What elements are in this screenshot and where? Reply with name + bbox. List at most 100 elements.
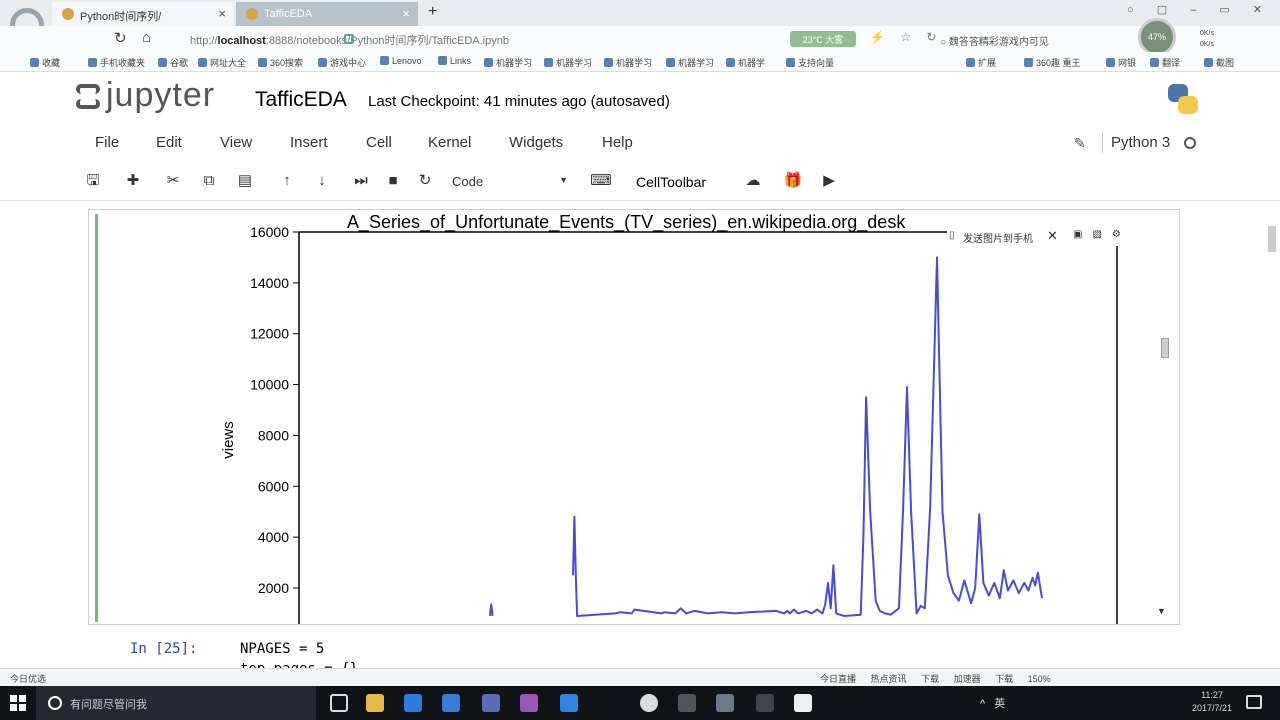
bookmark-item[interactable]: 网址大全	[198, 56, 246, 69]
copy-icon[interactable]: ⧉	[196, 170, 222, 192]
save-icon[interactable]: 🖫	[80, 170, 106, 192]
bookmark-item[interactable]: 翻译	[1150, 56, 1180, 69]
menu-file[interactable]: File	[95, 134, 119, 151]
bookmark-item[interactable]: 扩展	[966, 56, 996, 69]
status-item[interactable]: 今日直播	[820, 674, 856, 684]
app-icon[interactable]	[560, 694, 578, 712]
status-item[interactable]: 加速器	[954, 674, 981, 684]
bookmark-item[interactable]: 机器学习	[484, 56, 532, 69]
bookmark-label: 机器学习	[556, 58, 593, 68]
status-left[interactable]: 今日优选	[10, 672, 46, 685]
bookmark-item[interactable]: 网银	[1106, 56, 1136, 69]
notification-icon[interactable]	[1246, 695, 1262, 709]
news-ticker[interactable]: ○ 魏答答精彩游戏内可见	[940, 33, 1049, 48]
status-item[interactable]: 下载	[921, 674, 939, 684]
upload-speed: 0K/s	[1200, 30, 1215, 37]
menu-widgets[interactable]: Widgets	[509, 134, 563, 151]
app-icon[interactable]	[520, 694, 538, 712]
close-tab-icon[interactable]: ×	[402, 6, 410, 21]
bookmark-item[interactable]: 收藏	[30, 56, 60, 69]
browser-icon[interactable]	[640, 694, 658, 712]
address-icons[interactable]: ⚡ ☆ ↻	[870, 30, 942, 44]
bookmark-item[interactable]: 机器学习	[666, 56, 714, 69]
edge-icon[interactable]	[404, 694, 422, 712]
arrow-up-icon[interactable]: ↑	[274, 170, 300, 192]
pencil-icon[interactable]: ✎	[1074, 135, 1086, 152]
windows-start-icon[interactable]	[10, 695, 26, 711]
bookmark-item[interactable]: 支持向量	[786, 56, 834, 69]
app-icon[interactable]	[716, 694, 734, 712]
zoom-level[interactable]: 150%	[1028, 674, 1051, 684]
tab-label: Python时间序列/	[80, 11, 162, 23]
bookmark-item[interactable]: 360搜索	[258, 56, 303, 69]
home-icon[interactable]: ⌂	[142, 29, 151, 46]
bookmark-item[interactable]: Lenovo	[380, 56, 422, 66]
close-tab-icon[interactable]: ×	[218, 6, 226, 21]
send-to-phone-label[interactable]: 发送图片到手机	[963, 230, 1033, 245]
terminal-icon[interactable]	[756, 694, 774, 712]
bookmark-label: 360趣 重王	[1036, 58, 1081, 68]
plot-widget-icons[interactable]: ▣▧⚙	[1073, 229, 1131, 240]
status-item[interactable]: 下载	[995, 674, 1013, 684]
jupyter-wordmark[interactable]: jupyter	[106, 76, 215, 115]
menu-edit[interactable]: Edit	[156, 134, 182, 151]
close-icon[interactable]: ✕	[1047, 228, 1058, 244]
taskbar-search[interactable]: 有问题尽管问我	[36, 686, 316, 720]
new-tab-button[interactable]: +	[428, 3, 437, 21]
arrow-down-icon[interactable]: ↓	[309, 170, 335, 192]
paste-icon[interactable]: ▤	[232, 170, 258, 192]
task-view-icon[interactable]	[330, 694, 348, 712]
tab-python-folder[interactable]: Python时间序列/ ×	[52, 2, 234, 26]
logo-arc	[76, 99, 100, 109]
cut-icon[interactable]: ✂	[160, 170, 186, 192]
status-right[interactable]: 今日直播 热点资讯 下载 加速器 下载 150%	[820, 672, 1051, 685]
menu-help[interactable]: Help	[602, 134, 633, 151]
gift-icon[interactable]: 🎁	[780, 170, 806, 192]
code-line[interactable]: NPAGES = 5	[240, 641, 324, 657]
bookmark-item[interactable]: 机器学	[726, 56, 765, 69]
app-icon[interactable]	[482, 694, 500, 712]
stop-icon[interactable]: ■	[380, 170, 406, 192]
system-tray[interactable]: ^ 英	[980, 695, 1005, 711]
youtube-icon[interactable]: ▶	[816, 170, 842, 192]
run-icon[interactable]: ⏭	[348, 170, 374, 192]
reload-icon[interactable]: ↻	[114, 29, 127, 47]
store-icon[interactable]	[442, 694, 460, 712]
bookmark-item[interactable]: 机器学习	[544, 56, 592, 69]
restart-icon[interactable]: ↻	[412, 170, 438, 192]
notebook-name[interactable]: TafficEDA	[255, 88, 347, 112]
scroll-down-icon[interactable]: ▼	[1157, 606, 1166, 616]
start-tile	[19, 704, 26, 711]
bookmark-item[interactable]: 游戏中心	[318, 56, 366, 69]
menu-insert[interactable]: Insert	[290, 134, 328, 151]
clock[interactable]: 11:27 2017/7/21	[1192, 689, 1232, 715]
speed-badge[interactable]: 47%	[1138, 18, 1176, 56]
app-icon[interactable]	[794, 694, 812, 712]
page-scrollbar[interactable]	[1268, 226, 1276, 252]
weather-pill[interactable]: 23°C 大雾	[790, 31, 856, 47]
bookmark-item[interactable]: 手机收藏夹	[88, 56, 145, 69]
plus-icon[interactable]: ✚	[120, 170, 146, 192]
window-controls[interactable]: ○ ▢ ‒ ▭ ✕	[1127, 3, 1272, 16]
jupyter-logo-icon[interactable]	[76, 84, 100, 109]
bookmark-item[interactable]: Links	[438, 56, 471, 66]
series-line	[488, 256, 1043, 617]
cloud-upload-icon[interactable]: ☁	[740, 170, 766, 192]
bookmark-item[interactable]: 截图	[1204, 56, 1234, 69]
menu-cell[interactable]: Cell	[366, 134, 392, 151]
output-area[interactable]: A_Series_of_Unfortunate_Events_(TV_serie…	[88, 209, 1180, 625]
bookmark-item[interactable]: 机器学习	[604, 56, 652, 69]
app-icon[interactable]	[678, 694, 696, 712]
bookmark-item[interactable]: 360趣 重王	[1024, 56, 1081, 69]
keyboard-icon[interactable]: ⌨	[588, 170, 614, 192]
bookmark-item[interactable]: 谷歌	[158, 56, 188, 69]
file-explorer-icon[interactable]	[366, 694, 384, 712]
phone-icon	[88, 58, 97, 67]
menu-kernel[interactable]: Kernel	[428, 134, 471, 151]
status-item[interactable]: 热点资讯	[871, 674, 907, 684]
tab-trafficeda[interactable]: TafficEDA ×	[236, 2, 418, 26]
cell-type-select[interactable]: Code ▼	[446, 172, 574, 192]
menu-view[interactable]: View	[220, 134, 252, 151]
send-phone-icon[interactable]: ▯	[949, 230, 955, 241]
output-scrollbar[interactable]	[1161, 338, 1169, 358]
